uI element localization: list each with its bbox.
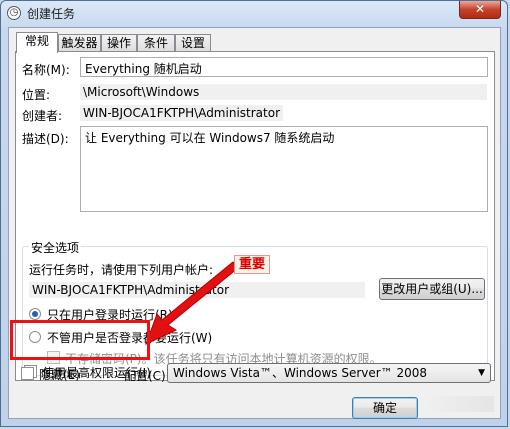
red-arrow-icon xyxy=(145,261,239,345)
important-callout: 重要 xyxy=(234,255,271,274)
annotation-overlay xyxy=(145,261,239,345)
highlight-box xyxy=(10,320,150,360)
tab-general[interactable]: 常规 xyxy=(16,32,58,53)
